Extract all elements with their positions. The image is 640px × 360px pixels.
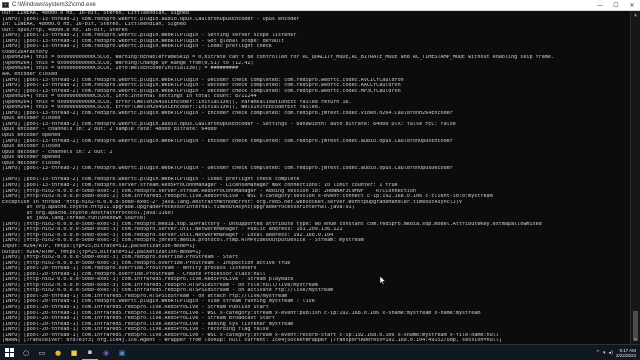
chrome-icon: ● (54, 348, 62, 357)
volume-icon[interactable]: ◂) (609, 350, 613, 356)
taskbar-item-file-explorer[interactable]: ■ (66, 345, 82, 360)
clock-time: 9:17 AM (619, 347, 636, 353)
clock[interactable]: 9:17 AM 2/22/2023 (616, 348, 636, 358)
taskbar-item-task-view[interactable]: ▭ (34, 345, 50, 360)
minimize-button[interactable]: — (592, 0, 608, 10)
eclipse-icon: ◉ (102, 348, 110, 357)
console-output[interactable]: Out: LINEAR, 48000.0 Hz, 16-bit, Stereo,… (2, 11, 628, 344)
close-button[interactable]: ✕ (624, 0, 640, 10)
file-explorer-icon: ■ (70, 348, 78, 357)
window-controls: — ☐ ✕ (592, 0, 640, 10)
taskbar-item-chrome[interactable]: ● (50, 345, 66, 360)
taskbar-item-search[interactable]: ○ (18, 345, 34, 360)
console-scrollbar[interactable]: ▲ ▼ (630, 11, 640, 344)
start-button[interactable] (0, 345, 18, 360)
scroll-down-arrow-icon[interactable]: ▼ (631, 336, 640, 344)
windows-logo-icon (4, 348, 14, 357)
system-tray: ^ ▾ ◂) 9:17 AM 2/22/2023 (596, 345, 636, 360)
maximize-button[interactable]: ☐ (608, 0, 624, 10)
task-view-icon: ▭ (38, 348, 46, 357)
chat-icon: ▣ (118, 348, 126, 357)
clock-date: 2/22/2023 (615, 352, 636, 358)
network-icon[interactable]: ▾ (603, 350, 606, 356)
search-icon: ○ (22, 348, 30, 357)
taskbar-pinned-apps: ○ ▭ ● ■ ▪ ◉ ▣ (18, 345, 130, 360)
terminal-icon: ▪ (87, 348, 93, 356)
taskbar-item-eclipse[interactable]: ◉ (98, 345, 114, 360)
tray-overflow-chevron-icon[interactable]: ^ (596, 350, 600, 356)
taskbar: ○ ▭ ● ■ ▪ ◉ ▣ ^ ▾ ◂) 9:17 AM 2/22/2023 (0, 344, 640, 360)
taskbar-item-chat[interactable]: ▣ (114, 345, 130, 360)
cmd-icon: > (2, 2, 9, 8)
window-titlebar[interactable]: > C:\Windows\system32\cmd.exe — ☐ ✕ (0, 0, 640, 11)
taskbar-item-terminal[interactable]: ▪ (82, 345, 98, 360)
mouse-pointer-icon (380, 276, 386, 285)
scroll-up-arrow-icon[interactable]: ▲ (631, 11, 640, 19)
window-title: C:\Windows\system32\cmd.exe (12, 2, 96, 8)
